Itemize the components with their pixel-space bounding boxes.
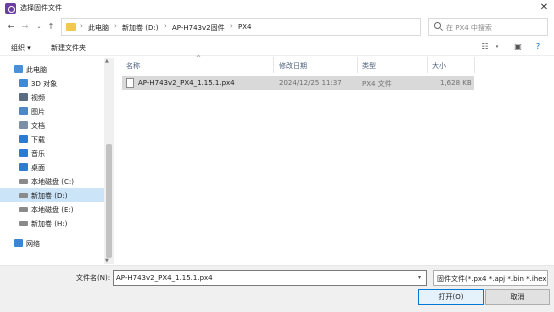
sidebar-item-music[interactable]: 音乐 — [0, 146, 104, 160]
app-icon — [5, 3, 16, 14]
sidebar-item-label: 3D 对象 — [31, 80, 58, 88]
breadcrumb-separator: › — [230, 22, 233, 30]
filename-value: AP-H743v2_PX4_1.15.1.px4 — [116, 274, 213, 282]
sidebar-item-label: 文档 — [31, 122, 45, 130]
column-header-date[interactable]: 修改日期 — [279, 61, 307, 71]
column-divider[interactable] — [357, 57, 358, 73]
breadcrumb-separator: › — [114, 22, 117, 30]
breadcrumb-separator: › — [164, 22, 167, 30]
computer-icon — [14, 65, 23, 73]
column-header-type[interactable]: 类型 — [362, 61, 376, 71]
chevron-down-icon[interactable]: ▾ — [418, 274, 421, 281]
navigation-scrollbar-thumb[interactable] — [106, 144, 112, 258]
drive-icon — [19, 207, 28, 212]
scroll-up-arrow-icon[interactable]: ▲ — [105, 58, 109, 64]
search-icon — [434, 22, 441, 29]
sidebar-item-downloads[interactable]: 下载 — [0, 132, 104, 146]
filename-label: 文件名(N): — [76, 274, 111, 282]
file-row[interactable]: AP-H743v2_PX4_1.15.1.px4 2024/12/25 11:3… — [122, 76, 474, 90]
preview-pane-icon[interactable]: ▣ — [512, 42, 524, 52]
breadcrumb-separator: › — [80, 22, 83, 30]
drive-icon — [19, 221, 28, 226]
sidebar-item-label: 网络 — [26, 240, 40, 248]
sidebar-item-pictures[interactable]: 图片 — [0, 104, 104, 118]
sidebar-item-drive-c[interactable]: 本地磁盘 (C:) — [0, 174, 104, 188]
column-divider[interactable] — [427, 57, 428, 73]
sidebar-item-label: 新加卷 (D:) — [31, 192, 68, 200]
close-button[interactable]: ✕ — [536, 1, 552, 15]
drive-icon — [19, 179, 28, 184]
sidebar-item-drive-e[interactable]: 本地磁盘 (E:) — [0, 202, 104, 216]
sidebar-item-label: 本地磁盘 (E:) — [31, 206, 74, 214]
forward-arrow-icon[interactable]: → — [20, 21, 30, 33]
column-header-size[interactable]: 大小 — [432, 61, 446, 71]
navigation-pane: 此电脑 3D 对象 视频 图片 文档 下载 音乐 桌面 本地磁盘 (C:) 新加… — [0, 56, 114, 266]
sidebar-item-label: 下载 — [31, 136, 45, 144]
documents-icon — [19, 121, 28, 129]
column-divider[interactable] — [474, 57, 475, 73]
file-icon — [126, 78, 134, 88]
folder-icon — [66, 23, 76, 31]
filetype-value: 固件文件(*.px4 *.apj *.bin *.ihex) — [437, 275, 548, 283]
filename-input[interactable]: AP-H743v2_PX4_1.15.1.px4 ▾ — [113, 270, 427, 286]
file-open-dialog: 选择固件文件 ✕ ← → ⌄ ↑ › 此电脑 › 新加卷 (D:) › AP-H… — [0, 0, 554, 312]
sidebar-item-label: 新加卷 (H:) — [31, 220, 68, 228]
breadcrumb-px4[interactable]: PX4 — [238, 23, 251, 31]
window-title: 选择固件文件 — [20, 4, 62, 12]
breadcrumb-this-pc[interactable]: 此电脑 — [88, 23, 109, 33]
sort-ascending-icon: ^ — [196, 55, 202, 62]
sidebar-item-label: 桌面 — [31, 164, 45, 172]
sidebar-item-desktop[interactable]: 桌面 — [0, 160, 104, 174]
search-box[interactable]: 在 PX4 中搜索 — [428, 18, 548, 36]
breadcrumb-drive-d[interactable]: 新加卷 (D:) — [122, 23, 158, 33]
sidebar-item-network[interactable]: 网络 — [0, 236, 104, 250]
view-dropdown-icon[interactable]: ▾ — [491, 42, 503, 52]
sidebar-item-videos[interactable]: 视频 — [0, 90, 104, 104]
cancel-button[interactable]: 取消 — [485, 289, 550, 305]
video-icon — [19, 93, 28, 101]
back-arrow-icon[interactable]: ← — [6, 21, 16, 33]
drive-icon — [19, 193, 28, 198]
address-bar[interactable]: › 此电脑 › 新加卷 (D:) › AP-H743v2固件 › PX4 ▾ ↻ — [61, 18, 478, 36]
file-name: AP-H743v2_PX4_1.15.1.px4 — [138, 79, 235, 87]
cube-icon — [19, 79, 28, 87]
network-icon — [14, 239, 23, 247]
file-size: 1,628 KB — [440, 79, 472, 87]
music-icon — [19, 149, 28, 157]
sidebar-item-label: 本地磁盘 (C:) — [31, 178, 74, 186]
sidebar-item-drive-h[interactable]: 新加卷 (H:) — [0, 216, 104, 230]
column-header-name[interactable]: 名称 — [126, 61, 140, 71]
search-placeholder: 在 PX4 中搜索 — [446, 24, 492, 32]
help-icon[interactable]: ? — [532, 42, 544, 52]
sidebar-item-drive-d[interactable]: 新加卷 (D:) — [0, 188, 104, 202]
file-date: 2024/12/25 11:37 — [279, 79, 342, 87]
recent-locations-chevron-icon[interactable]: ⌄ — [34, 21, 44, 33]
sidebar-item-documents[interactable]: 文档 — [0, 118, 104, 132]
open-button[interactable]: 打开(O) — [418, 289, 484, 305]
scroll-down-arrow-icon[interactable]: ▼ — [105, 258, 109, 264]
organize-menu[interactable]: 组织 ▾ — [11, 43, 31, 53]
new-folder-button[interactable]: 新建文件夹 — [51, 43, 86, 53]
sidebar-item-label: 音乐 — [31, 150, 45, 158]
sidebar-item-label: 视频 — [31, 94, 45, 102]
sidebar-item-this-pc[interactable]: 此电脑 — [0, 62, 104, 76]
title-bar: 选择固件文件 ✕ — [0, 0, 554, 17]
sidebar-item-label: 此电脑 — [26, 66, 47, 74]
pictures-icon — [19, 107, 28, 115]
breadcrumb-firmware-folder[interactable]: AP-H743v2固件 — [172, 23, 225, 33]
desktop-icon — [19, 163, 28, 171]
column-divider[interactable] — [273, 57, 274, 73]
sidebar-item-3d-objects[interactable]: 3D 对象 — [0, 76, 104, 90]
file-type: PX4 文件 — [362, 80, 392, 88]
up-arrow-icon[interactable]: ↑ — [46, 21, 56, 33]
sidebar-item-label: 图片 — [31, 108, 45, 116]
filetype-select[interactable]: 固件文件(*.px4 *.apj *.bin *.ihex) — [433, 270, 548, 286]
download-icon — [19, 135, 28, 143]
view-options-icon[interactable]: ☷ — [479, 42, 491, 52]
